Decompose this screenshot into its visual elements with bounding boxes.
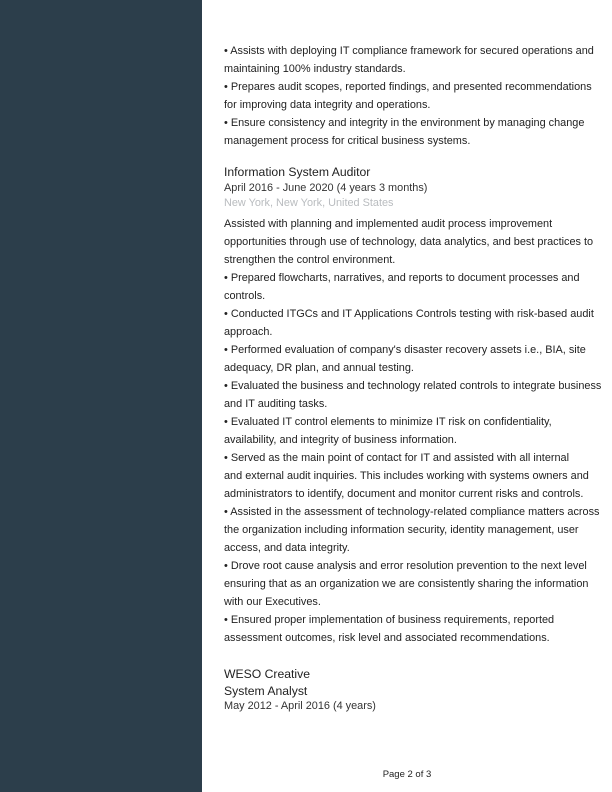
text-line: • Ensure consistency and integrity in th… bbox=[224, 117, 585, 129]
job-dates: May 2012 - April 2016 (4 years) bbox=[224, 700, 376, 712]
text-line: • Assists with deploying IT compliance f… bbox=[224, 45, 594, 57]
text-line: maintaining 100% industry standards. bbox=[224, 63, 406, 75]
text-line: Assisted with planning and implemented a… bbox=[224, 218, 553, 230]
text-line: availability, and integrity of business … bbox=[224, 434, 457, 446]
page-number: Page 2 of 3 bbox=[382, 769, 432, 780]
text-line: • Conducted ITGCs and IT Applications Co… bbox=[224, 308, 594, 320]
top-bullets: • Assists with deploying IT compliance f… bbox=[224, 42, 594, 150]
text-line: the organization including information s… bbox=[224, 524, 579, 536]
text-line: • Prepares audit scopes, reported findin… bbox=[224, 81, 592, 93]
text-line: administrators to identify, document and… bbox=[224, 488, 584, 500]
text-line: • Served as the main point of contact fo… bbox=[224, 452, 570, 464]
text-line: • Ensured proper implementation of busin… bbox=[224, 614, 555, 626]
text-line: • Evaluated IT control elements to minim… bbox=[224, 416, 552, 428]
text-line: • Performed evaluation of company's disa… bbox=[224, 344, 586, 356]
text-line: ensuring that as an organization we are … bbox=[224, 578, 589, 590]
text-line: opportunities through use of technology,… bbox=[224, 236, 594, 248]
text-line: • Prepared flowcharts, narratives, and r… bbox=[224, 272, 580, 284]
text-line: • Evaluated the business and technology … bbox=[224, 380, 602, 392]
text-line: and external audit inquiries. This inclu… bbox=[224, 470, 589, 482]
text-line: approach. bbox=[224, 326, 273, 338]
job-title: System Analyst bbox=[224, 684, 308, 698]
job-dates: April 2016 - June 2020 (4 years 3 months… bbox=[224, 182, 428, 194]
text-line: for improving data integrity and operati… bbox=[224, 99, 431, 111]
text-line: management process for critical business… bbox=[224, 135, 471, 147]
text-line: with our Executives. bbox=[224, 596, 321, 608]
text-line: assessment outcomes, risk level and asso… bbox=[224, 632, 550, 644]
text-line: controls. bbox=[224, 290, 266, 302]
text-line: and IT auditing tasks. bbox=[224, 398, 328, 410]
sidebar-panel bbox=[0, 0, 202, 792]
job-description: Assisted with planning and implemented a… bbox=[224, 215, 601, 647]
text-line: • Assisted in the assessment of technolo… bbox=[224, 506, 600, 518]
text-line: • Drove root cause analysis and error re… bbox=[224, 560, 587, 572]
job-title: Information System Auditor bbox=[224, 165, 371, 179]
job-location: New York, New York, United States bbox=[224, 197, 394, 209]
company-name: WESO Creative bbox=[224, 667, 311, 681]
text-line: adequacy, DR plan, and annual testing. bbox=[224, 362, 414, 374]
text-line: strengthen the control environment. bbox=[224, 254, 396, 266]
text-line: access, and data integrity. bbox=[224, 542, 350, 554]
